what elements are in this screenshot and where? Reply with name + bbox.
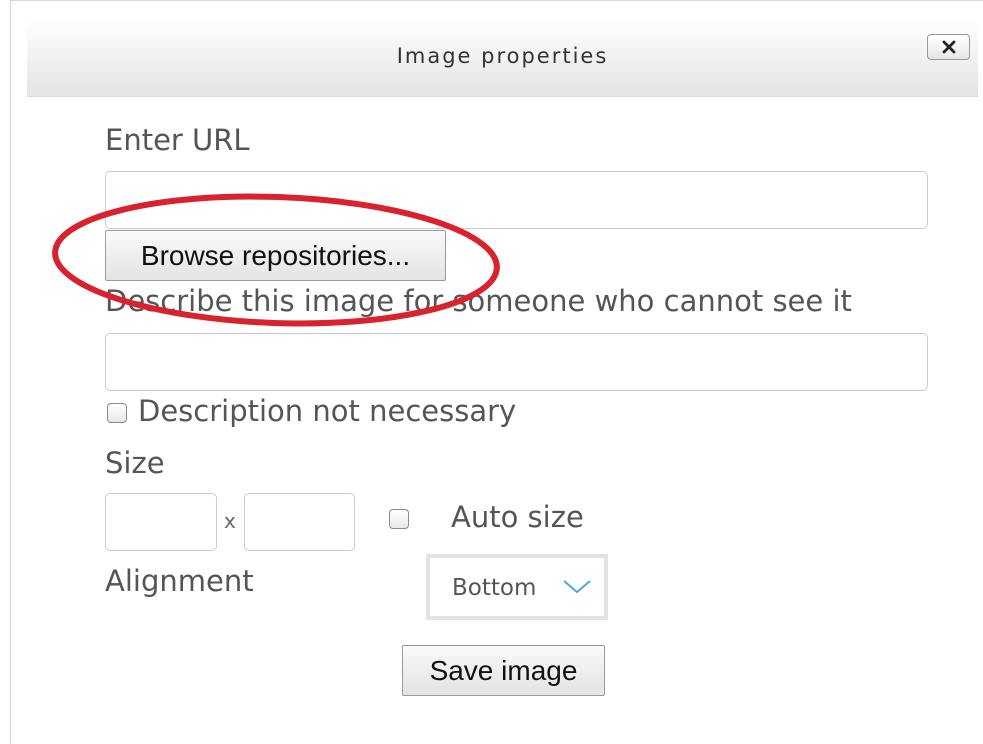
dialog-titlebar: Image properties xyxy=(27,19,978,97)
description-input[interactable] xyxy=(105,333,928,391)
close-icon xyxy=(942,40,955,54)
url-input[interactable] xyxy=(105,171,928,229)
browse-repositories-button[interactable]: Browse repositories... xyxy=(105,230,446,281)
url-label: Enter URL xyxy=(105,123,250,157)
alignment-select[interactable]: Bottom xyxy=(426,554,608,620)
description-not-necessary-label: Description not necessary xyxy=(138,394,517,428)
description-label: Describe this image for someone who cann… xyxy=(105,284,852,318)
page: Image properties Enter URL Browse reposi… xyxy=(0,0,983,744)
auto-size-checkbox[interactable] xyxy=(389,509,409,529)
height-input[interactable] xyxy=(244,493,355,551)
auto-size-label: Auto size xyxy=(451,500,584,534)
alignment-selected-value: Bottom xyxy=(452,575,537,601)
image-properties-dialog: Image properties Enter URL Browse reposi… xyxy=(10,0,983,744)
description-not-necessary-checkbox[interactable] xyxy=(107,403,127,423)
width-input[interactable] xyxy=(105,493,217,551)
close-button[interactable] xyxy=(927,34,970,60)
dialog-title: Image properties xyxy=(396,44,609,68)
save-image-button[interactable]: Save image xyxy=(402,645,605,696)
alignment-label: Alignment xyxy=(105,564,254,598)
size-separator: x xyxy=(224,509,236,533)
size-label: Size xyxy=(105,446,165,480)
chevron-down-icon xyxy=(563,580,591,594)
